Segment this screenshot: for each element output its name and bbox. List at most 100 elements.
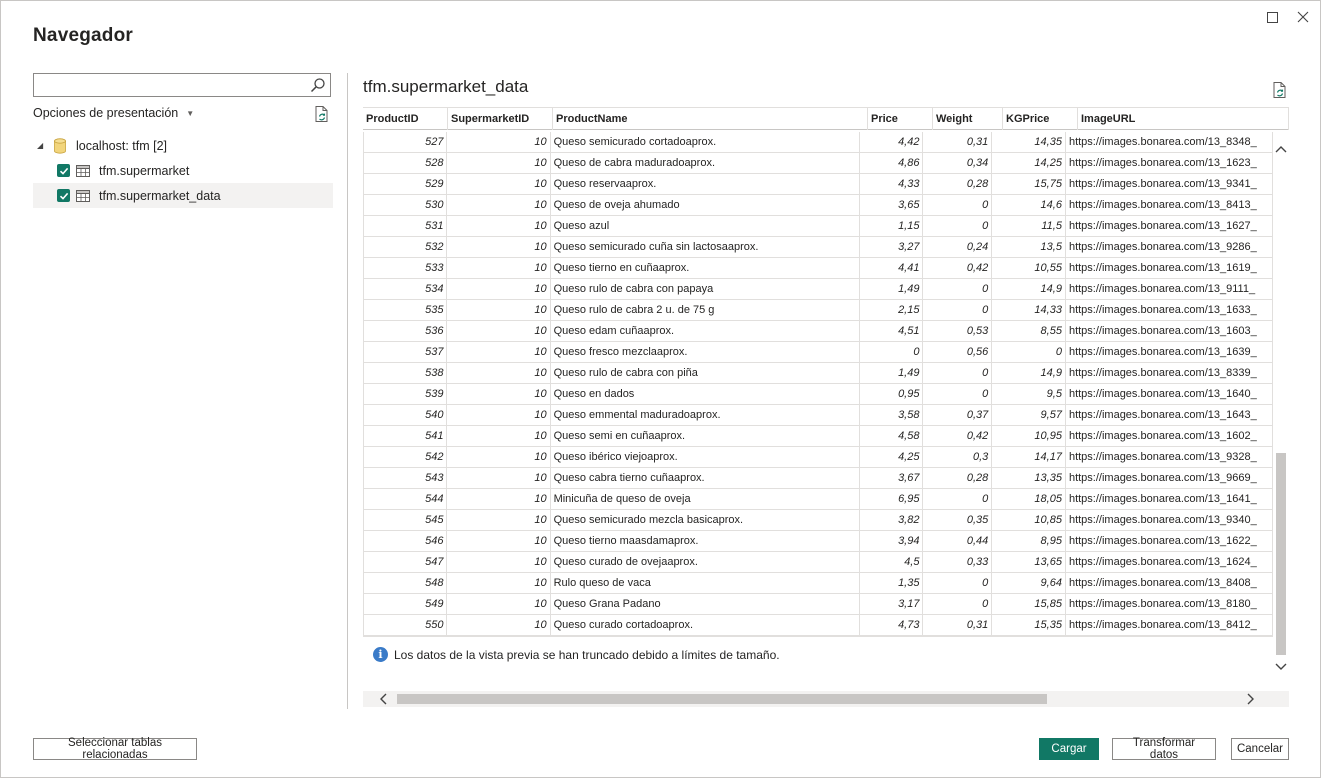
table-cell: 0	[923, 195, 993, 215]
table-cell: 0	[992, 342, 1066, 362]
table-cell: 0	[923, 489, 993, 509]
table-row[interactable]: 547 10 Queso curado de ovejaaprox. 4,5 0,33 1…	[364, 552, 1273, 573]
load-button[interactable]: Cargar	[1039, 738, 1099, 760]
vertical-scrollbar[interactable]	[1273, 131, 1289, 687]
column-header[interactable]: SupermarketID	[448, 108, 553, 130]
tree-item-supermarket[interactable]: tfm.supermarket	[33, 158, 333, 183]
table-row[interactable]: 529 10 Queso reservaaprox. 4,33 0,28 15,75 htt…	[364, 174, 1273, 195]
table-row[interactable]: 533 10 Queso tierno en cuñaaprox. 4,41 0,42 1…	[364, 258, 1273, 279]
table-row[interactable]: 550 10 Queso curado cortadoaprox. 4,73 0,31 1…	[364, 615, 1273, 636]
table-cell: 10	[447, 132, 551, 152]
table-cell: 4,58	[860, 426, 924, 446]
table-row[interactable]: 531 10 Queso azul 1,15 0 11,5 https://images.b…	[364, 216, 1273, 237]
table-row[interactable]: 534 10 Queso rulo de cabra con papaya 1,49 0…	[364, 279, 1273, 300]
table-cell: 10	[447, 195, 551, 215]
table-row[interactable]: 536 10 Queso edam cuñaaprox. 4,51 0,53 8,55 ht…	[364, 321, 1273, 342]
collapse-triangle-icon[interactable]: ◢	[37, 141, 49, 150]
tree-item-label: tfm.supermarket_data	[99, 188, 221, 203]
table-cell: https://images.bonarea.com/13_8413_	[1066, 195, 1273, 215]
table-cell: 537	[364, 342, 448, 362]
display-options-dropdown[interactable]: Opciones de presentación ▼	[33, 106, 194, 120]
table-cell: 10	[447, 531, 551, 551]
column-header[interactable]: ProductName	[553, 108, 868, 130]
table-cell: https://images.bonarea.com/13_9286_	[1066, 237, 1273, 257]
column-header[interactable]: ImageURL	[1078, 108, 1289, 130]
table-row[interactable]: 549 10 Queso Grana Padano 3,17 0 15,85 https:/…	[364, 594, 1273, 615]
table-row[interactable]: 532 10 Queso semicurado cuña sin lactosaap…	[364, 237, 1273, 258]
maximize-button[interactable]	[1262, 7, 1282, 27]
table-cell: 0	[923, 573, 993, 593]
table-cell: 14,9	[992, 279, 1066, 299]
table-row[interactable]: 539 10 Queso en dados 0,95 0 9,5 https://image…	[364, 384, 1273, 405]
close-button[interactable]	[1293, 7, 1313, 27]
table-cell: 11,5	[992, 216, 1066, 236]
column-header[interactable]: KGPrice	[1003, 108, 1078, 130]
table-cell: 0,35	[923, 510, 993, 530]
table-cell: 14,17	[992, 447, 1066, 467]
table-row[interactable]: 545 10 Queso semicurado mezcla basicaprox.…	[364, 510, 1273, 531]
horizontal-scrollbar[interactable]	[363, 691, 1289, 707]
vertical-scroll-thumb[interactable]	[1276, 453, 1286, 655]
table-cell: 14,33	[992, 300, 1066, 320]
table-row[interactable]: 540 10 Queso emmental maduradoaprox. 3,58 0,…	[364, 405, 1273, 426]
search-input[interactable]	[34, 74, 304, 96]
column-header[interactable]: ProductID	[363, 108, 448, 130]
table-cell: 0,42	[923, 426, 993, 446]
table-row[interactable]: 544 10 Minicuña de queso de oveja 6,95 0 18,0…	[364, 489, 1273, 510]
navigator-dialog: Navegador Opciones de presentación ▼ ◢ l…	[0, 0, 1321, 778]
table-cell: https://images.bonarea.com/13_9341_	[1066, 174, 1273, 194]
column-header[interactable]: Price	[868, 108, 933, 130]
panel-splitter[interactable]	[347, 73, 348, 709]
table-row[interactable]: 541 10 Queso semi en cuñaaprox. 4,58 0,42 10,…	[364, 426, 1273, 447]
transform-data-button[interactable]: Transformar datos	[1112, 737, 1216, 761]
table-cell: 539	[364, 384, 448, 404]
table-cell: 529	[364, 174, 448, 194]
table-cell: 4,5	[860, 552, 924, 572]
table-row[interactable]: 530 10 Queso de oveja ahumado 3,65 0 14,6 http…	[364, 195, 1273, 216]
table-row[interactable]: 538 10 Queso rulo de cabra con piña 1,49 0 14…	[364, 363, 1273, 384]
table-cell: Queso curado de ovejaaprox.	[551, 552, 860, 572]
info-icon: i	[373, 647, 388, 662]
scroll-right-icon[interactable]	[1243, 691, 1259, 707]
cancel-button[interactable]: Cancelar	[1231, 738, 1289, 760]
column-header[interactable]: Weight	[933, 108, 1003, 130]
table-cell: 0,56	[923, 342, 993, 362]
select-related-tables-button[interactable]: Seleccionar tablas relacionadas	[33, 737, 197, 761]
refresh-preview-icon[interactable]	[1271, 81, 1289, 99]
table-cell: 1,35	[860, 573, 924, 593]
table-cell: 532	[364, 237, 448, 257]
tree-item-supermarket-data[interactable]: tfm.supermarket_data	[33, 183, 333, 208]
horizontal-scroll-thumb[interactable]	[397, 694, 1047, 704]
table-cell: 10	[447, 237, 551, 257]
table-cell: https://images.bonarea.com/13_8339_	[1066, 363, 1273, 383]
scroll-left-icon[interactable]	[375, 691, 391, 707]
table-row[interactable]: 535 10 Queso rulo de cabra 2 u. de 75 g 2,1…	[364, 300, 1273, 321]
table-row[interactable]: 546 10 Queso tierno maasdamaprox. 3,94 0,44 8…	[364, 531, 1273, 552]
refresh-icon[interactable]	[313, 105, 331, 123]
table-row[interactable]: 548 10 Rulo queso de vaca 1,35 0 9,64 https://…	[364, 573, 1273, 594]
tree-root-localhost[interactable]: ◢ localhost: tfm [2]	[33, 133, 333, 158]
table-cell: 0,42	[923, 258, 993, 278]
table-row[interactable]: 527 10 Queso semicurado cortadoaprox. 4,42 0…	[364, 132, 1273, 153]
table-cell: Queso rulo de cabra con papaya	[551, 279, 860, 299]
table-cell: 10	[447, 405, 551, 425]
scroll-up-icon[interactable]	[1273, 141, 1289, 157]
table-cell: 4,73	[860, 615, 924, 635]
table-cell: 0,53	[923, 321, 993, 341]
tree-root-label: localhost: tfm [2]	[76, 138, 168, 153]
table-cell: 8,95	[992, 531, 1066, 551]
table-cell: 13,5	[992, 237, 1066, 257]
search-icon[interactable]	[310, 77, 326, 93]
table-row[interactable]: 542 10 Queso ibérico viejoaprox. 4,25 0,3 14,…	[364, 447, 1273, 468]
search-box[interactable]	[33, 73, 331, 97]
scroll-down-icon[interactable]	[1273, 659, 1289, 675]
checkbox-checked[interactable]	[57, 189, 70, 202]
grid-header: ProductID SupermarketID ProductName Pric…	[363, 108, 1289, 130]
checkbox-checked[interactable]	[57, 164, 70, 177]
truncation-note: i Los datos de la vista previa se han tr…	[373, 647, 780, 662]
table-cell: https://images.bonarea.com/13_1602_	[1066, 426, 1273, 446]
table-row[interactable]: 528 10 Queso de cabra maduradoaprox. 4,86 0,…	[364, 153, 1273, 174]
table-row[interactable]: 543 10 Queso cabra tierno cuñaaprox. 3,67 0,…	[364, 468, 1273, 489]
table-row[interactable]: 537 10 Queso fresco mezclaaprox. 0 0,56 0 http…	[364, 342, 1273, 363]
maximize-icon	[1266, 11, 1278, 23]
